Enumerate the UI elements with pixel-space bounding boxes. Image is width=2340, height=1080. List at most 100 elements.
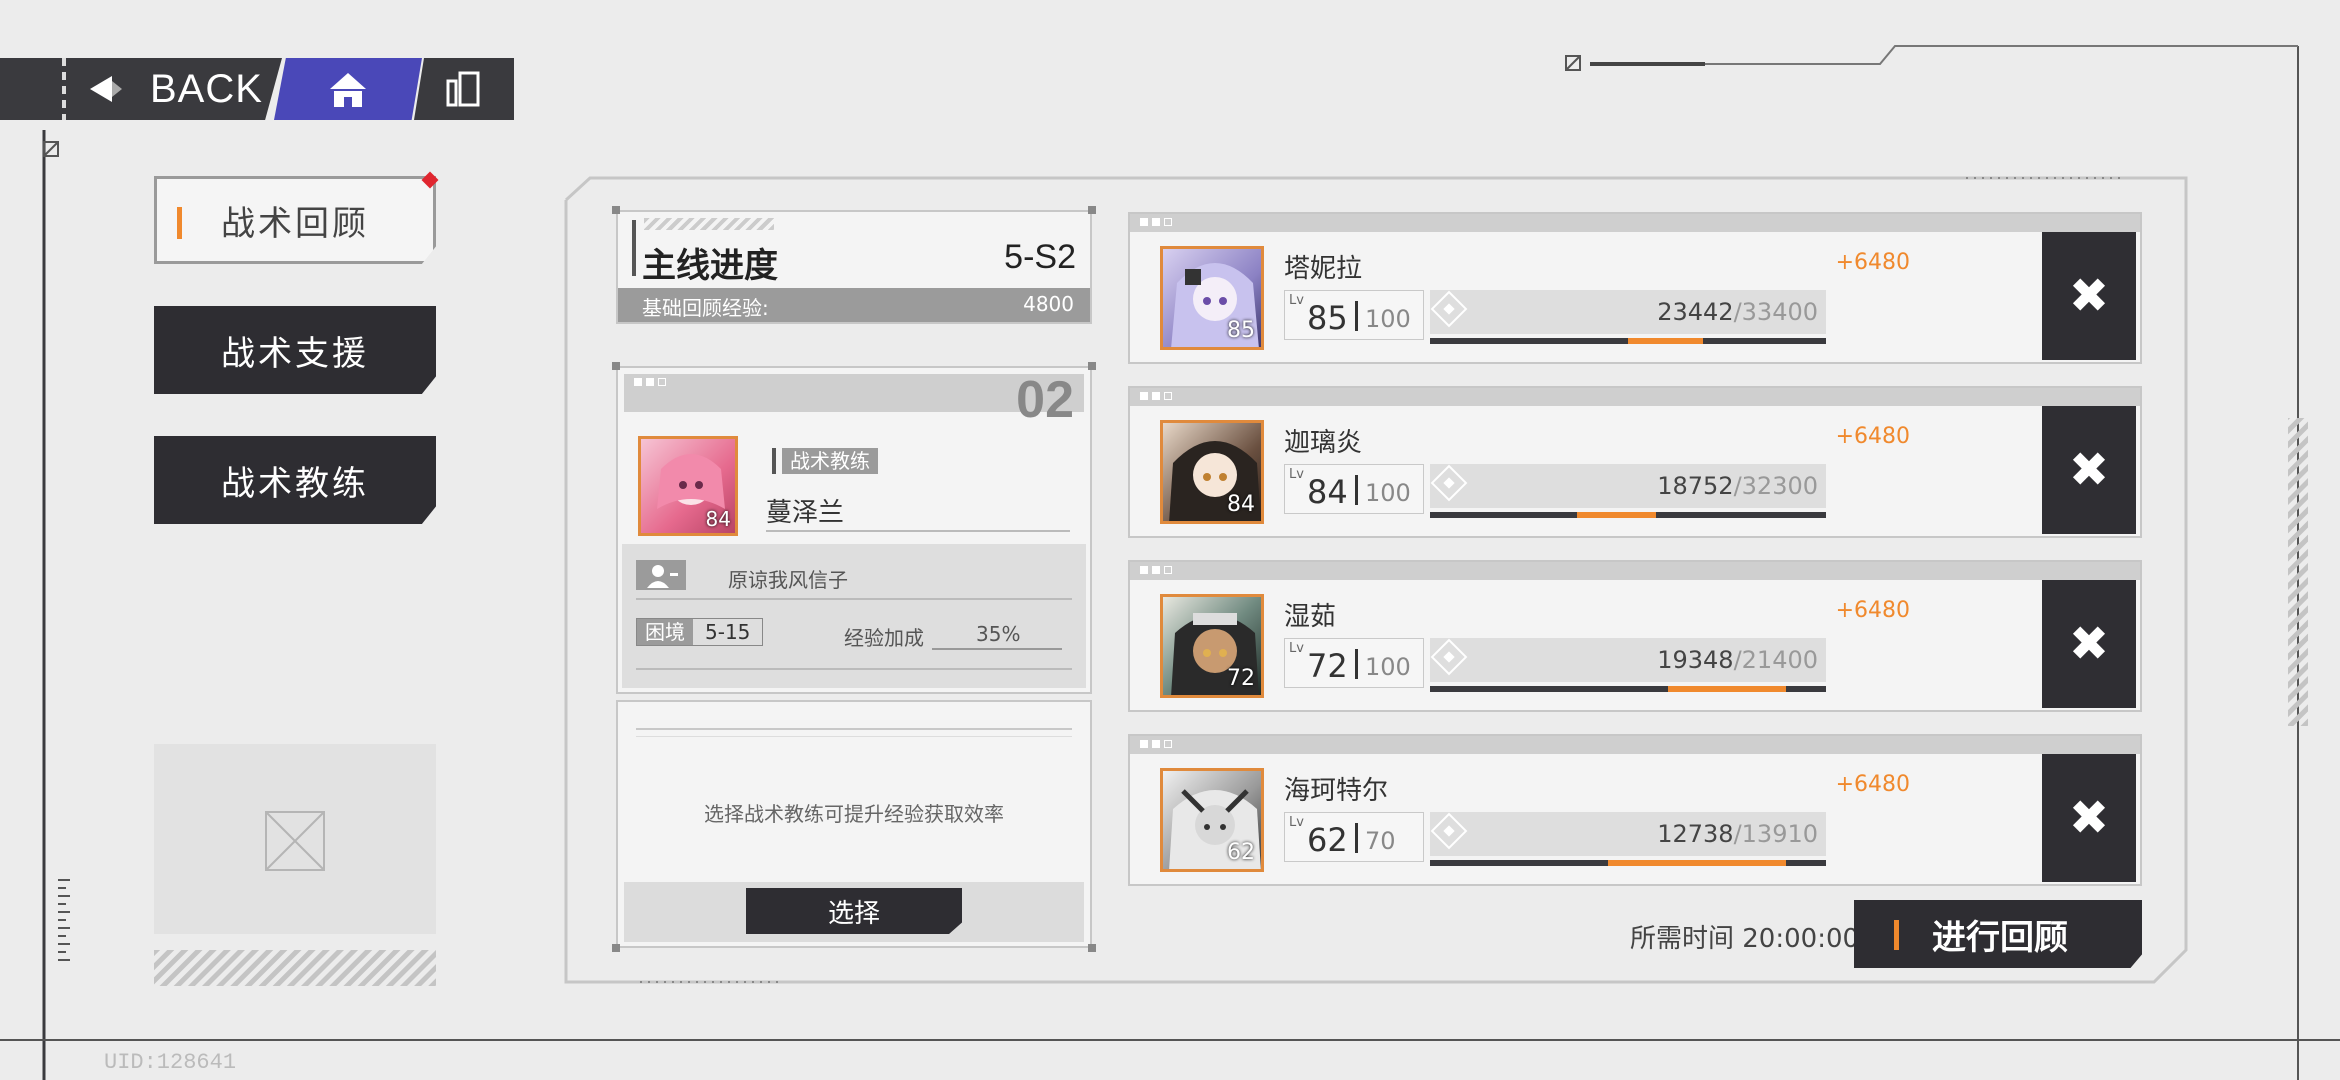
character-card: 85 塔妮拉 +6480 Lv 85 100 23442/33400 ✖ (1128, 212, 2142, 364)
character-portrait: 85 (1160, 246, 1264, 350)
start-review-label: 进行回顾 (1932, 917, 2068, 958)
panel-dots-icon (1140, 218, 1172, 226)
corner-decor (1088, 362, 1096, 370)
character-name: 湿茹 (1284, 602, 1337, 632)
exp-display: 18752/32300 (1430, 464, 1826, 508)
required-time: 所需时间 20:00:00 (1630, 924, 1860, 954)
coach-portrait: 84 (638, 436, 738, 536)
close-icon: ✖ (2068, 442, 2110, 498)
character-name: 迦璃炎 (1284, 428, 1363, 458)
top-nav: BACK (0, 58, 514, 120)
active-tab-marker (177, 207, 182, 239)
tab-tactical-coach[interactable]: 战术教练 (154, 436, 436, 524)
character-card: 62 海珂特尔 +6480 Lv 62 70 12738/13910 ✖ (1128, 734, 2142, 886)
panel-dots-icon (1140, 392, 1172, 400)
exp-max: /21400 (1733, 646, 1818, 674)
current-level: 85 (1307, 299, 1348, 337)
exp-bar-gain-fill (1576, 512, 1656, 518)
exp-display: 12738/13910 (1430, 812, 1826, 856)
back-label: BACK (150, 66, 263, 111)
corner-decor (1088, 944, 1096, 952)
max-level: 70 (1365, 827, 1396, 855)
remove-character-button[interactable]: ✖ (2042, 232, 2136, 360)
character-card: 84 迦璃炎 +6480 Lv 84 100 18752/32300 ✖ (1128, 386, 2142, 538)
exp-bar (1430, 686, 1826, 692)
coach-tag: 战术教练 (782, 448, 878, 474)
character-portrait: 62 (1160, 768, 1264, 872)
exp-gain: +6480 (1835, 772, 1910, 797)
exp-bar (1430, 512, 1826, 518)
exp-display: 19348/21400 (1430, 638, 1826, 682)
corner-decor (612, 362, 620, 370)
current-level: 62 (1307, 821, 1348, 859)
current-level: 84 (1307, 473, 1348, 511)
panel-dots-icon (1140, 740, 1172, 748)
user-id: UID:128641 (104, 1050, 237, 1075)
panel-dots-icon (634, 378, 666, 386)
close-icon: ✖ (2068, 268, 2110, 324)
level-box: Lv 62 70 (1284, 812, 1424, 862)
exp-bar-gain-fill (1608, 860, 1787, 866)
level-box: Lv 84 100 (1284, 464, 1424, 514)
progress-title: 主线进度 (642, 246, 778, 286)
portrait-level: 72 (1227, 666, 1255, 691)
character-portrait: 72 (1160, 594, 1264, 698)
character-card: 72 湿茹 +6480 Lv 72 100 19348/21400 ✖ (1128, 560, 2142, 712)
select-button[interactable]: 选择 (746, 888, 962, 934)
close-icon: ✖ (2068, 790, 2110, 846)
character-portrait: 84 (1160, 420, 1264, 524)
back-button[interactable]: BACK (0, 58, 282, 120)
exp-bar (1430, 860, 1826, 866)
tab-tactical-review-label: 战术回顾 (221, 203, 369, 244)
coach-panel[interactable]: 02 84 战术教练 蔓泽兰 原谅我风信子 困境 5-15 经验加成 35% (616, 366, 1092, 694)
exp-display: 23442/33400 (1430, 290, 1826, 334)
exp-diamond-icon (1430, 464, 1468, 502)
max-level: 100 (1365, 653, 1411, 681)
remove-character-button[interactable]: ✖ (2042, 406, 2136, 534)
level-box: Lv 72 100 (1284, 638, 1424, 688)
menu-icon (446, 71, 480, 107)
difficulty-badge: 困境 5-15 (636, 618, 764, 646)
tab-tactical-support[interactable]: 战术支援 (154, 306, 436, 394)
portrait-level: 84 (1227, 492, 1255, 517)
coach-name: 蔓泽兰 (766, 498, 845, 528)
menu-button[interactable] (414, 58, 514, 120)
exp-gain: +6480 (1835, 250, 1910, 275)
select-coach-panel: 选择战术教练可提升经验获取效率 选择 (616, 700, 1092, 948)
max-level: 100 (1365, 305, 1411, 333)
exp-bar-gain-fill (1667, 686, 1787, 692)
start-button-marker (1894, 920, 1899, 950)
exp-bar-gain-fill (1628, 338, 1704, 344)
home-button[interactable] (274, 58, 422, 120)
exp-diamond-icon (1430, 290, 1468, 328)
portrait-level: 62 (1227, 840, 1255, 865)
coach-portrait-level: 84 (705, 507, 731, 531)
character-name: 海珂特尔 (1284, 776, 1389, 806)
tab-tactical-review[interactable]: 战术回顾 (154, 176, 436, 264)
start-review-button[interactable]: 进行回顾 (1854, 900, 2142, 968)
exp-max: /32300 (1733, 472, 1818, 500)
exp-max: /33400 (1733, 298, 1818, 326)
character-name: 塔妮拉 (1284, 254, 1363, 284)
panel-dots-icon (1140, 566, 1172, 574)
current-level: 72 (1307, 647, 1348, 685)
tab-tactical-support-label: 战术支援 (221, 333, 369, 374)
exp-bar (1430, 338, 1826, 344)
exp-current: 23442 (1657, 298, 1734, 326)
max-level: 100 (1365, 479, 1411, 507)
back-arrow-tail-icon (112, 81, 122, 97)
remove-character-button[interactable]: ✖ (2042, 580, 2136, 708)
exp-gain: +6480 (1835, 598, 1910, 623)
exp-diamond-icon (1430, 638, 1468, 676)
exp-current: 12738 (1657, 820, 1734, 848)
player-icon (636, 560, 686, 590)
select-hint: 选择战术教练可提升经验获取效率 (704, 802, 1004, 826)
corner-decor (612, 206, 620, 214)
exp-gain: +6480 (1835, 424, 1910, 449)
back-arrow-icon (90, 76, 112, 102)
exp-current: 19348 (1657, 646, 1734, 674)
player-name: 原谅我风信子 (728, 568, 848, 592)
remove-character-button[interactable]: ✖ (2042, 754, 2136, 882)
exp-diamond-icon (1430, 812, 1468, 850)
base-exp-value: 4800 (1023, 292, 1074, 316)
